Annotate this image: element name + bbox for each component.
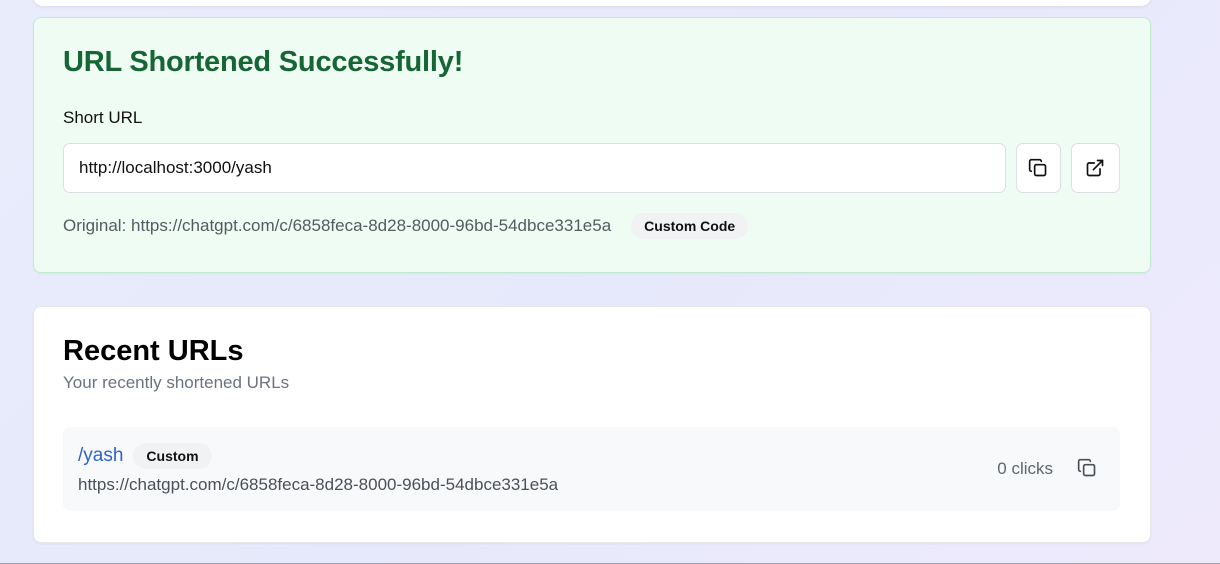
recent-urls-card: Recent URLs Your recently shortened URLs… <box>33 306 1151 543</box>
recent-original-url: https://chatgpt.com/c/6858feca-8d28-8000… <box>78 475 559 494</box>
short-link[interactable]: /yash <box>78 445 123 467</box>
click-count: 0 clicks <box>997 459 1053 478</box>
recent-url-actions: 0 clicks <box>997 427 1105 511</box>
external-link-icon <box>1085 158 1105 178</box>
copy-icon <box>1077 458 1097 481</box>
custom-code-badge: Custom Code <box>631 213 749 239</box>
recent-url-header: /yash Custom <box>78 443 1105 469</box>
recent-urls-title: Recent URLs <box>63 335 244 367</box>
copy-button[interactable] <box>1016 143 1061 193</box>
recent-urls-subtitle: Your recently shortened URLs <box>63 373 290 392</box>
short-url-row <box>63 143 1120 193</box>
open-link-button[interactable] <box>1070 143 1120 193</box>
recent-url-item: /yash Custom https://chatgpt.com/c/6858f… <box>63 427 1120 511</box>
original-url-row: Original: https://chatgpt.com/c/6858feca… <box>63 213 1120 239</box>
success-title: URL Shortened Successfully! <box>63 46 464 78</box>
original-url-text: Original: https://chatgpt.com/c/6858feca… <box>63 216 612 235</box>
short-url-label: Short URL <box>63 108 143 127</box>
success-card: URL Shortened Successfully! Short URL Or… <box>33 17 1151 273</box>
custom-badge: Custom <box>133 443 212 469</box>
copy-short-url-button[interactable] <box>1069 451 1105 487</box>
short-url-input[interactable] <box>63 143 1006 193</box>
copy-icon <box>1028 158 1048 178</box>
previous-card-edge <box>33 0 1151 6</box>
